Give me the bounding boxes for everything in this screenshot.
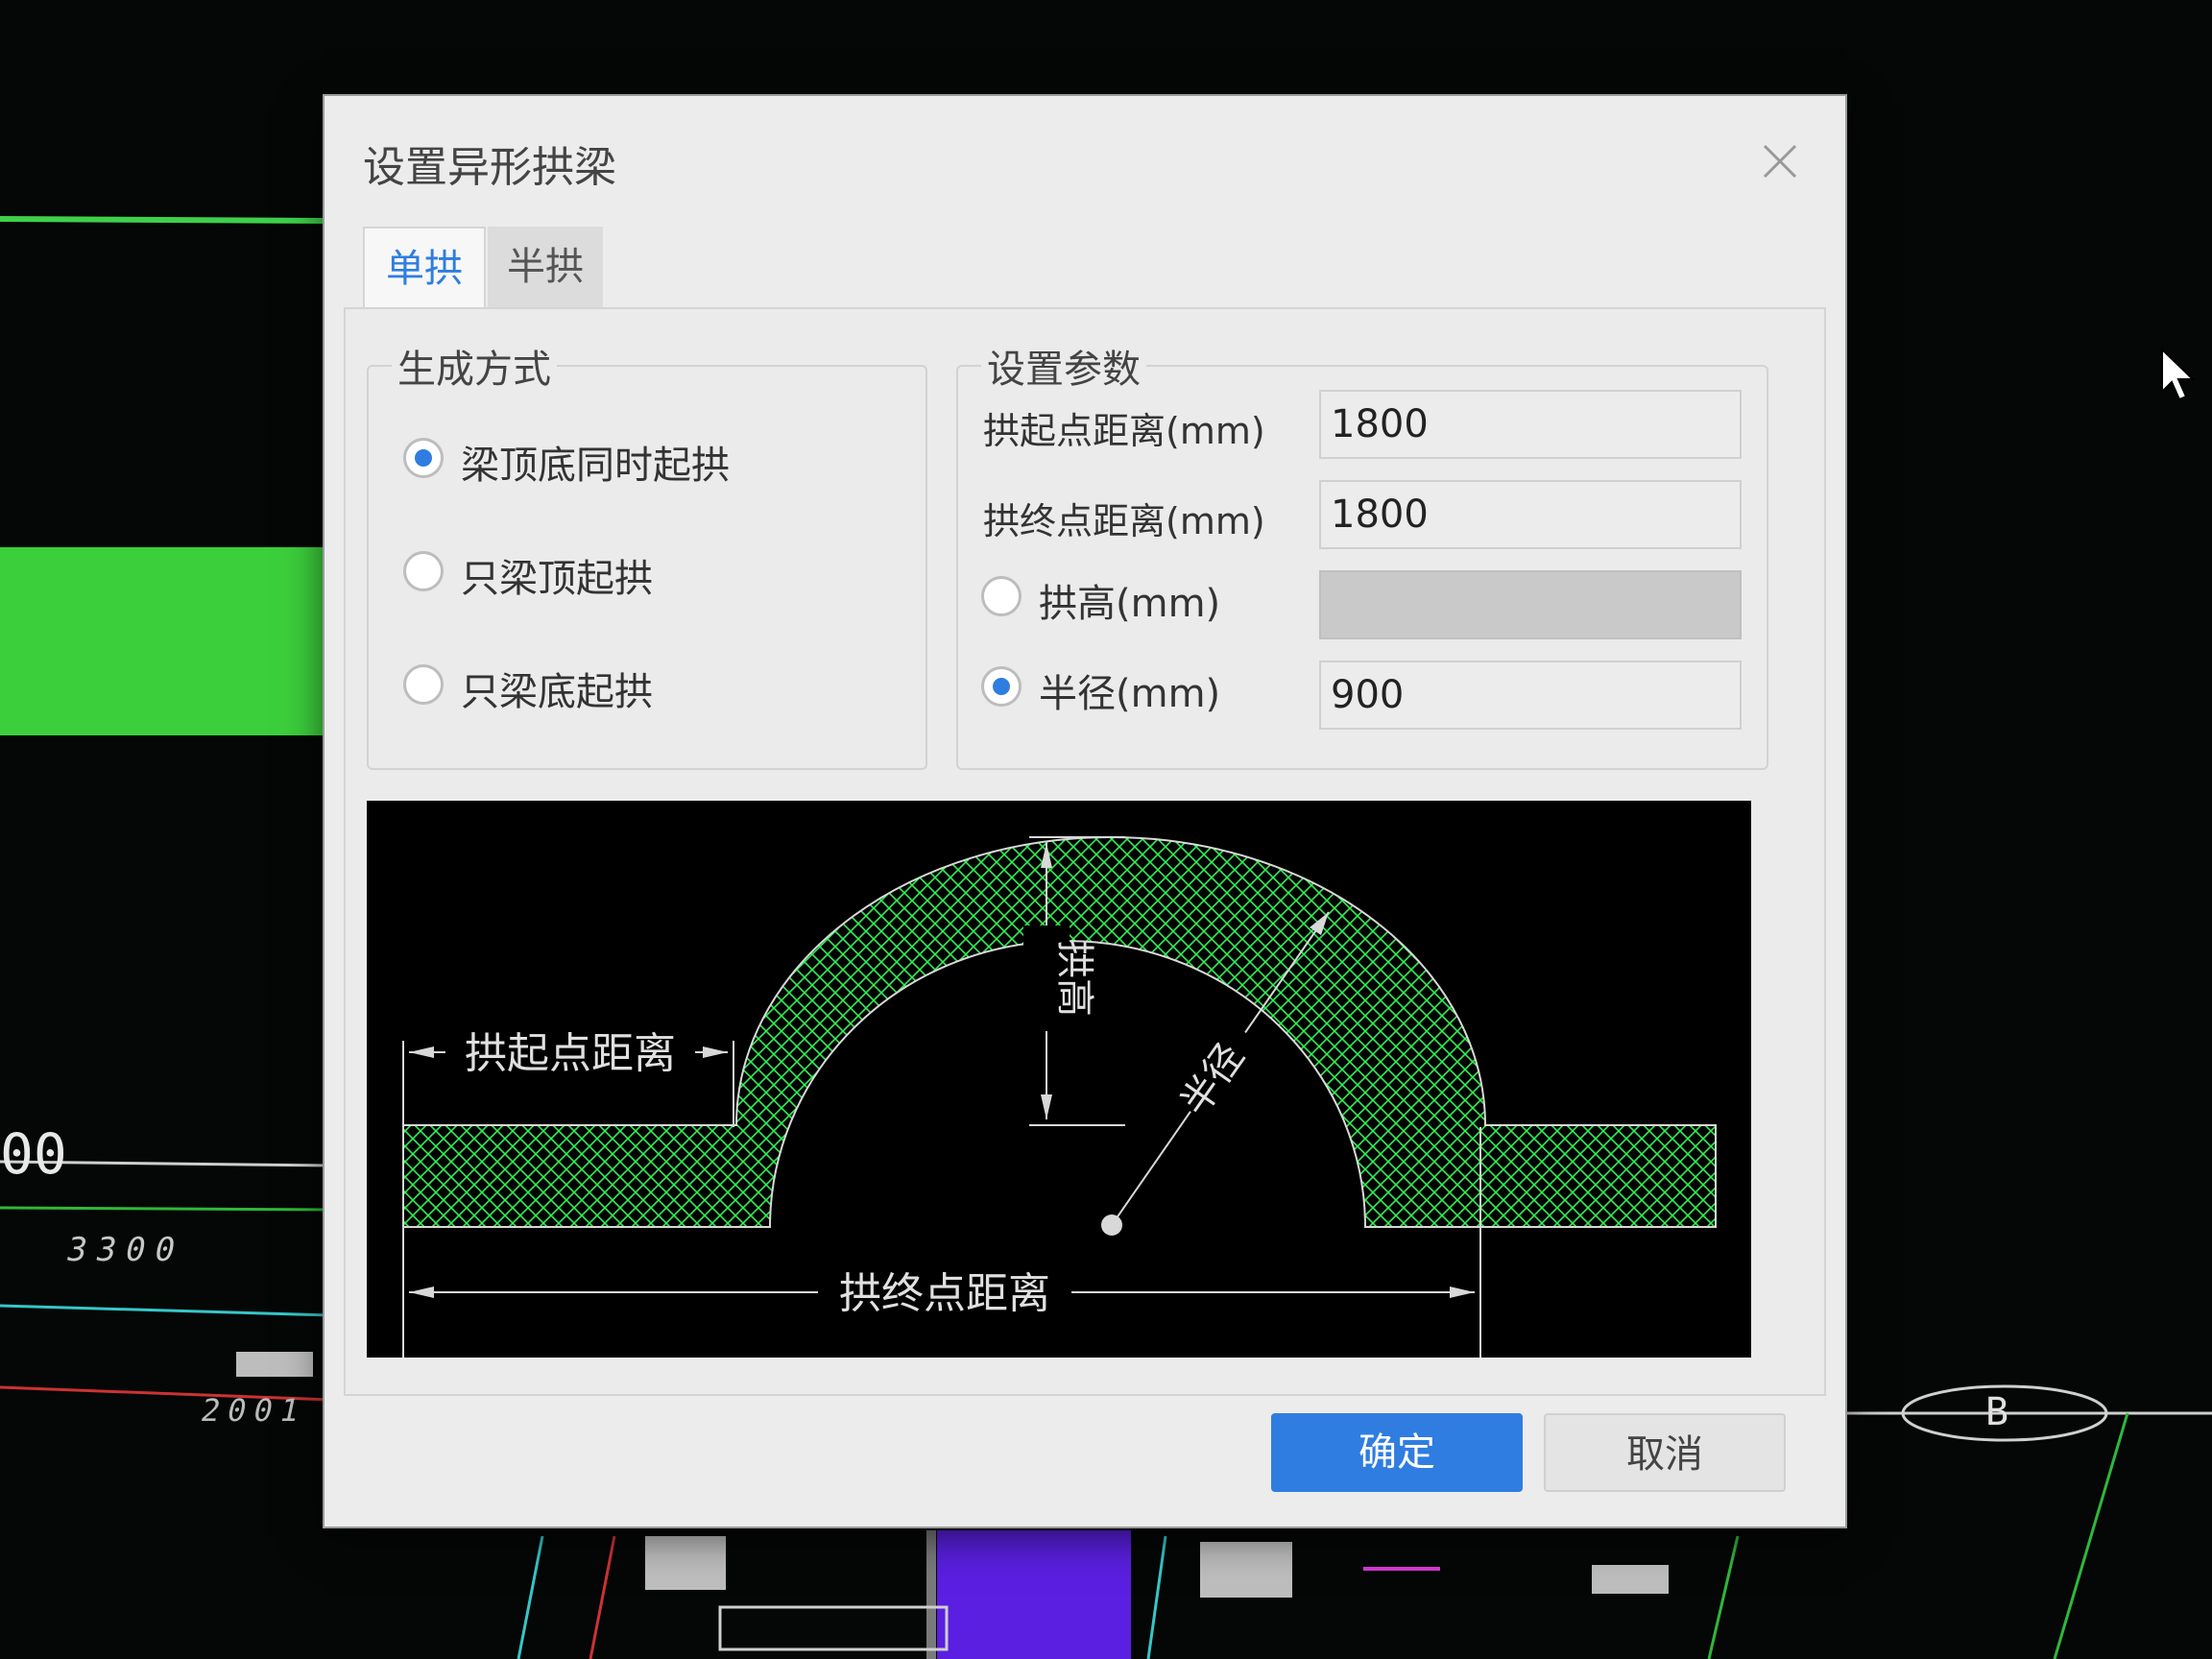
end-distance-label: 拱终点距离(mm) — [983, 500, 1265, 542]
ok-button[interactable]: 确定 — [1271, 1413, 1523, 1492]
arch-preview-diagram: 拱起点距离 拱终点距离 拱高 半径 — [367, 801, 1751, 1358]
start-distance-dim-label: 拱起点距离 — [465, 1029, 676, 1078]
parameters-group: 设置参数 拱起点距离(mm) 拱终点距离(mm) 拱高(mm) 半径(mm) — [956, 338, 1768, 770]
radio-button-checked[interactable] — [981, 666, 1022, 707]
tab-single-arch[interactable]: 单拱 — [363, 227, 486, 309]
cad-dim-3300: 3300 — [62, 1231, 189, 1269]
dialog-title: 设置异形拱梁 — [363, 143, 616, 192]
radio-label: 只梁顶起拱 — [461, 557, 653, 601]
cad-text-block-1 — [645, 1536, 726, 1590]
cad-text-block-4 — [236, 1352, 313, 1377]
tab-half-arch[interactable]: 半拱 — [488, 227, 603, 307]
cad-red-vertical — [589, 1535, 616, 1659]
radio-label: 半径(mm) — [1039, 672, 1221, 716]
end-distance-dim-label: 拱终点距离 — [839, 1269, 1050, 1318]
cad-diagonal-line-2 — [1707, 1535, 1740, 1659]
generation-method-title: 生成方式 — [392, 338, 557, 394]
cad-purple-frame — [926, 1530, 936, 1659]
radio-button[interactable] — [403, 664, 444, 705]
radius-input[interactable] — [1319, 661, 1742, 730]
cad-text-block-2 — [1200, 1542, 1292, 1598]
cad-cyan-line — [0, 1304, 332, 1317]
radio-button[interactable] — [981, 576, 1022, 616]
close-icon[interactable] — [1757, 138, 1803, 184]
cad-green-thin-line — [0, 1206, 332, 1212]
tab-panel-single-arch: 生成方式 梁顶底同时起拱 只梁顶起拱 只梁底起拱 设置参数 拱起点距离(mm) … — [344, 307, 1826, 1396]
arch-height-input[interactable] — [1319, 570, 1742, 639]
radio-button[interactable] — [403, 551, 444, 591]
parameters-title: 设置参数 — [981, 338, 1146, 394]
mouse-cursor-icon — [2161, 348, 2196, 401]
cad-cyan-vertical — [517, 1535, 544, 1659]
generation-method-group: 生成方式 梁顶底同时起拱 只梁顶起拱 只梁底起拱 — [367, 338, 927, 770]
cad-green-line — [0, 216, 327, 224]
cad-dim-left: 00 — [0, 1121, 67, 1187]
cad-diagonal-line-1 — [2053, 1412, 2129, 1659]
radio-label: 梁顶底同时起拱 — [461, 444, 730, 488]
cad-dim-2001: 2001 — [197, 1392, 311, 1429]
arch-beam-dialog: 设置异形拱梁 单拱 半拱 生成方式 梁顶底同时起拱 只梁顶起拱 只梁底起拱 设置… — [325, 96, 1845, 1527]
cad-text-block-3 — [1592, 1565, 1669, 1594]
radio-label: 只梁底起拱 — [461, 670, 653, 714]
cad-magenta-mark — [1363, 1567, 1440, 1571]
cad-purple-block — [937, 1530, 1131, 1659]
cancel-button[interactable]: 取消 — [1544, 1413, 1786, 1492]
arch-height-dim-label: 拱高 — [1052, 940, 1096, 1017]
end-distance-input[interactable] — [1319, 480, 1742, 549]
radio-button-checked[interactable] — [403, 438, 444, 478]
cad-green-fill-block — [0, 547, 326, 735]
radio-label: 拱高(mm) — [1039, 582, 1221, 626]
cad-bottom-box — [718, 1605, 949, 1651]
start-distance-input[interactable] — [1319, 390, 1742, 459]
cad-cyan-vertical-2 — [1146, 1535, 1167, 1659]
cad-axis-label: B — [1985, 1390, 2009, 1434]
start-distance-label: 拱起点距离(mm) — [983, 410, 1265, 452]
